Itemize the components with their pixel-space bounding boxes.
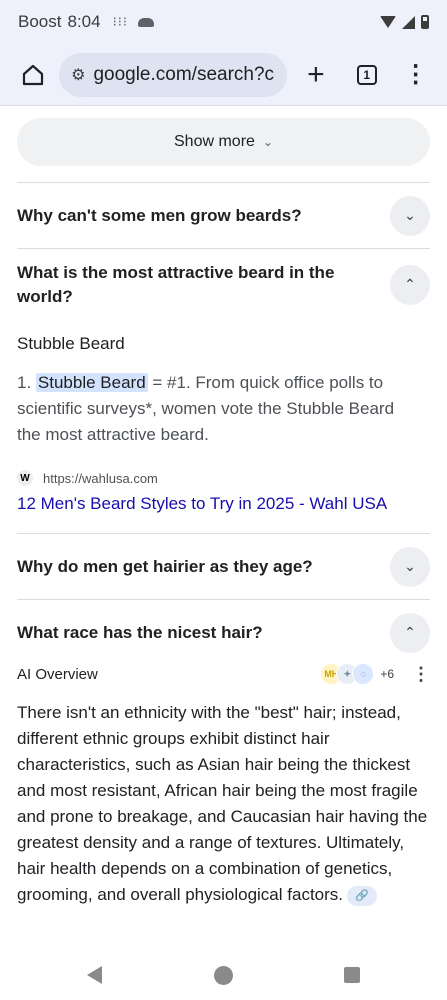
notification-dots-icon: ⁝⁝⁝ (112, 14, 128, 29)
answer-title: Stubble Beard (17, 334, 125, 353)
battery-icon (421, 15, 429, 29)
faq-question: Why do men get hairier as they age? (17, 556, 313, 576)
faq-question: What race has the nicest hair? (17, 622, 263, 642)
clock: 8:04 (67, 12, 101, 31)
faq-item[interactable]: Why do men get hairier as they age? ⌄ (17, 533, 430, 599)
browser-toolbar: ⚙ google.com/search?client=ms-android-bo… (0, 44, 447, 106)
faq-item[interactable]: Why can't some men grow beards? ⌄ (17, 182, 430, 248)
faq-item[interactable]: What is the most attractive beard in the… (17, 248, 430, 320)
ai-overview-body: There isn't an ethnicity with the "best"… (17, 703, 428, 904)
source-row[interactable]: W https://wahlusa.com (17, 470, 158, 486)
url-bar[interactable]: ⚙ google.com/search?client=ms-android-bo… (59, 52, 287, 97)
answer-snippet: 1. Stubble Beard = #1. From quick office… (17, 370, 422, 448)
chevron-up-icon[interactable]: ⌃ (390, 612, 430, 653)
show-more-label: Show more (174, 133, 255, 150)
faq-question: What is the most attractive beard in the… (17, 262, 335, 306)
show-more-button[interactable]: Show more ⌄ (17, 118, 430, 166)
faq-question: Why can't some men grow beards? (17, 205, 302, 225)
back-icon[interactable] (87, 966, 102, 984)
site-settings-icon[interactable]: ⚙ (71, 65, 85, 85)
tab-switcher-button[interactable]: 1 (345, 53, 388, 97)
status-icons (380, 15, 429, 29)
overflow-menu-button[interactable]: ⋮ (394, 53, 437, 97)
signal-icon (402, 15, 415, 29)
system-nav-bar (0, 950, 447, 1000)
source-link[interactable]: 12 Men's Beard Styles to Try in 2025 - W… (17, 494, 387, 514)
more-vert-icon: ⋮ (403, 61, 428, 88)
chevron-up-icon[interactable]: ⌃ (390, 264, 430, 305)
chevron-down-icon[interactable]: ⌄ (390, 195, 430, 236)
status-bar: Boost 8:04 ⁝⁝⁝ (0, 0, 447, 44)
ai-overview-label: AI Overview (17, 665, 98, 683)
ai-overview-header: AI Overview MH ✦ ◌ +6 ⋮ (17, 663, 430, 685)
home-circle-icon[interactable] (214, 965, 233, 985)
wahl-favicon-icon: W (17, 470, 33, 486)
recents-icon[interactable] (344, 967, 360, 983)
url-text: google.com/search?client=ms-android-boos… (93, 63, 275, 85)
carrier-label: Boost (18, 12, 62, 31)
chevron-down-icon[interactable]: ⌄ (390, 546, 430, 587)
source-avatar-icon: ◌ (352, 663, 375, 685)
more-vert-icon[interactable]: ⋮ (412, 664, 430, 685)
ai-overview-text: There isn't an ethnicity with the "best"… (17, 700, 430, 908)
new-tab-button[interactable]: + (295, 53, 338, 97)
home-button[interactable] (16, 58, 49, 92)
answer-prefix: 1. (17, 373, 36, 392)
plus-icon: + (307, 57, 325, 91)
link-icon[interactable]: 🔗 (347, 885, 378, 906)
wifi-icon (380, 16, 396, 28)
highlighted-term: Stubble Beard (35, 373, 148, 392)
source-url: https://wahlusa.com (43, 470, 158, 486)
home-icon (22, 64, 43, 85)
more-sources-count: +6 (380, 667, 394, 681)
faq-item[interactable]: What race has the nicest hair? ⌃ (17, 599, 430, 665)
chevron-down-icon: ⌄ (262, 135, 273, 149)
ai-sources[interactable]: MH ✦ ◌ +6 (320, 663, 394, 685)
tab-count: 1 (356, 64, 377, 85)
cloud-icon (137, 17, 154, 27)
